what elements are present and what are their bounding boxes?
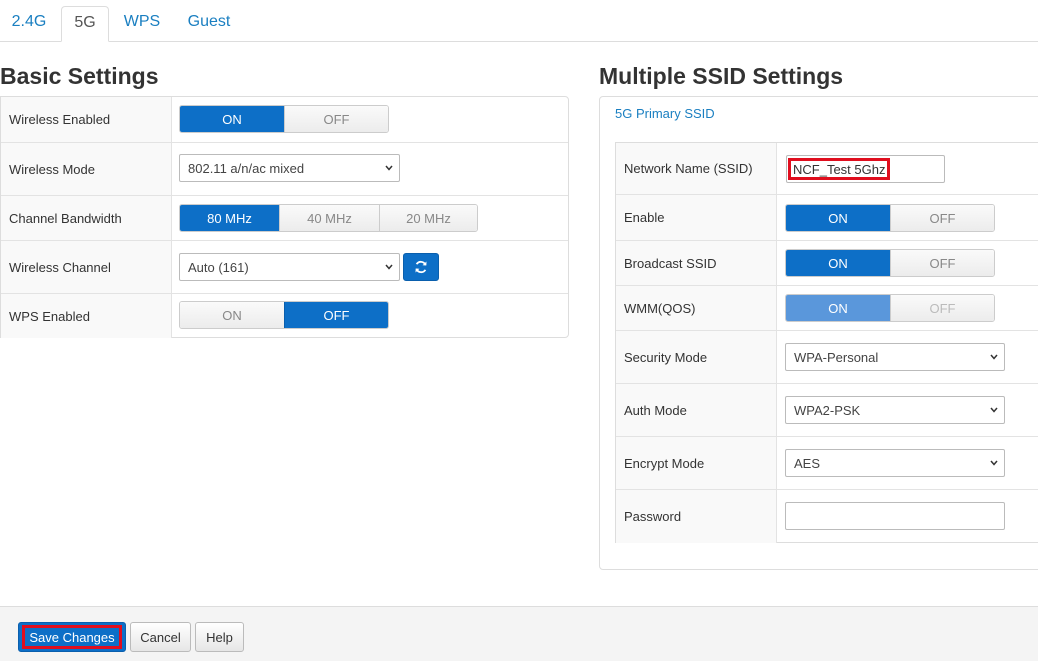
basic-settings-table: Wireless Enabled ON OFF Wireless Mode 80…	[0, 96, 569, 338]
broadcast-ssid-toggle: ON OFF	[785, 249, 995, 277]
broadcast-on-button[interactable]: ON	[786, 250, 890, 276]
tab-wps[interactable]: WPS	[114, 6, 170, 42]
security-mode-value: WPA-Personal	[794, 349, 879, 365]
enable-off-button[interactable]: OFF	[890, 205, 994, 231]
ssid-settings-table: Network Name (SSID) NCF_Test 5Ghz Enable…	[615, 142, 1038, 543]
bandwidth-20mhz-button[interactable]: 20 MHz	[379, 205, 477, 231]
row-wireless-enabled: Wireless Enabled ON OFF	[1, 97, 568, 143]
footer-bar: Save Changes Cancel Help	[0, 606, 1038, 661]
row-auth-mode: Auth Mode WPA2-PSK	[616, 384, 1038, 437]
wireless-enabled-label: Wireless Enabled	[1, 97, 172, 142]
chevron-down-icon	[990, 407, 998, 413]
wireless-mode-value: 802.11 a/n/ac mixed	[188, 160, 305, 176]
row-wireless-mode: Wireless Mode 802.11 a/n/ac mixed	[1, 143, 568, 196]
encrypt-mode-label: Encrypt Mode	[616, 437, 777, 489]
bandwidth-40mhz-button[interactable]: 40 MHz	[279, 205, 379, 231]
row-wmm-qos: WMM(QOS) ON OFF	[616, 286, 1038, 331]
network-name-value: NCF_Test 5Ghz	[788, 158, 891, 180]
auth-mode-select[interactable]: WPA2-PSK	[785, 396, 1005, 424]
channel-bandwidth-toggle: 80 MHz 40 MHz 20 MHz	[179, 204, 478, 232]
wps-on-button[interactable]: ON	[180, 302, 284, 328]
enable-on-button[interactable]: ON	[786, 205, 890, 231]
save-changes-button[interactable]: Save Changes	[18, 622, 126, 652]
refresh-icon	[415, 260, 427, 274]
save-changes-label: Save Changes	[22, 625, 122, 649]
security-mode-label: Security Mode	[616, 331, 777, 383]
refresh-channel-button[interactable]	[403, 253, 439, 281]
row-wireless-channel: Wireless Channel Auto (161)	[1, 241, 568, 294]
wps-enabled-label: WPS Enabled	[1, 294, 172, 338]
encrypt-mode-value: AES	[794, 455, 821, 471]
basic-settings-title: Basic Settings	[0, 63, 159, 89]
chevron-down-icon	[990, 354, 998, 360]
bandwidth-80mhz-button[interactable]: 80 MHz	[180, 205, 279, 231]
password-input[interactable]	[785, 502, 1005, 530]
cancel-button[interactable]: Cancel	[130, 622, 191, 652]
row-channel-bandwidth: Channel Bandwidth 80 MHz 40 MHz 20 MHz	[1, 196, 568, 241]
wireless-channel-value: Auto (161)	[188, 259, 249, 275]
wireless-enabled-on-button[interactable]: ON	[180, 106, 284, 132]
wmm-qos-label: WMM(QOS)	[616, 286, 777, 330]
tab-guest[interactable]: Guest	[178, 6, 240, 42]
wmm-qos-toggle: ON OFF	[785, 294, 995, 322]
enable-toggle: ON OFF	[785, 204, 995, 232]
tab-5g-primary-ssid[interactable]: 5G Primary SSID	[615, 106, 715, 121]
wireless-mode-select[interactable]: 802.11 a/n/ac mixed	[179, 154, 400, 182]
row-password: Password	[616, 490, 1038, 543]
wps-enabled-toggle: ON OFF	[179, 301, 389, 329]
wmm-on-button: ON	[786, 295, 890, 321]
chevron-down-icon	[990, 460, 998, 466]
wireless-mode-label: Wireless Mode	[1, 143, 172, 195]
row-security-mode: Security Mode WPA-Personal	[616, 331, 1038, 384]
wps-off-button[interactable]: OFF	[284, 302, 388, 328]
channel-bandwidth-label: Channel Bandwidth	[1, 196, 172, 240]
row-enable: Enable ON OFF	[616, 195, 1038, 241]
encrypt-mode-select[interactable]: AES	[785, 449, 1005, 477]
wireless-enabled-off-button[interactable]: OFF	[284, 106, 388, 132]
wmm-off-button: OFF	[890, 295, 994, 321]
auth-mode-value: WPA2-PSK	[794, 402, 861, 418]
enable-label: Enable	[616, 195, 777, 240]
chevron-down-icon	[385, 264, 393, 270]
password-label: Password	[616, 490, 777, 543]
tab-2-4g[interactable]: 2.4G	[0, 6, 58, 42]
wireless-enabled-toggle: ON OFF	[179, 105, 389, 133]
row-encrypt-mode: Encrypt Mode AES	[616, 437, 1038, 490]
auth-mode-label: Auth Mode	[616, 384, 777, 436]
row-broadcast-ssid: Broadcast SSID ON OFF	[616, 241, 1038, 286]
broadcast-off-button[interactable]: OFF	[890, 250, 994, 276]
help-button[interactable]: Help	[195, 622, 244, 652]
wireless-tabs: 2.4G 5G WPS Guest	[0, 0, 1038, 42]
chevron-down-icon	[385, 165, 393, 171]
row-wps-enabled: WPS Enabled ON OFF	[1, 294, 568, 338]
broadcast-ssid-label: Broadcast SSID	[616, 241, 777, 285]
tab-5g[interactable]: 5G	[61, 6, 109, 42]
network-name-label: Network Name (SSID)	[616, 143, 777, 194]
ssid-settings-title: Multiple SSID Settings	[599, 63, 844, 89]
row-network-name: Network Name (SSID) NCF_Test 5Ghz	[616, 143, 1038, 195]
ssid-settings-panel: 5G Primary SSID Network Name (SSID) NCF_…	[599, 96, 1038, 570]
security-mode-select[interactable]: WPA-Personal	[785, 343, 1005, 371]
wireless-channel-label: Wireless Channel	[1, 241, 172, 293]
network-name-input[interactable]: NCF_Test 5Ghz	[786, 155, 945, 183]
wireless-channel-select[interactable]: Auto (161)	[179, 253, 400, 281]
